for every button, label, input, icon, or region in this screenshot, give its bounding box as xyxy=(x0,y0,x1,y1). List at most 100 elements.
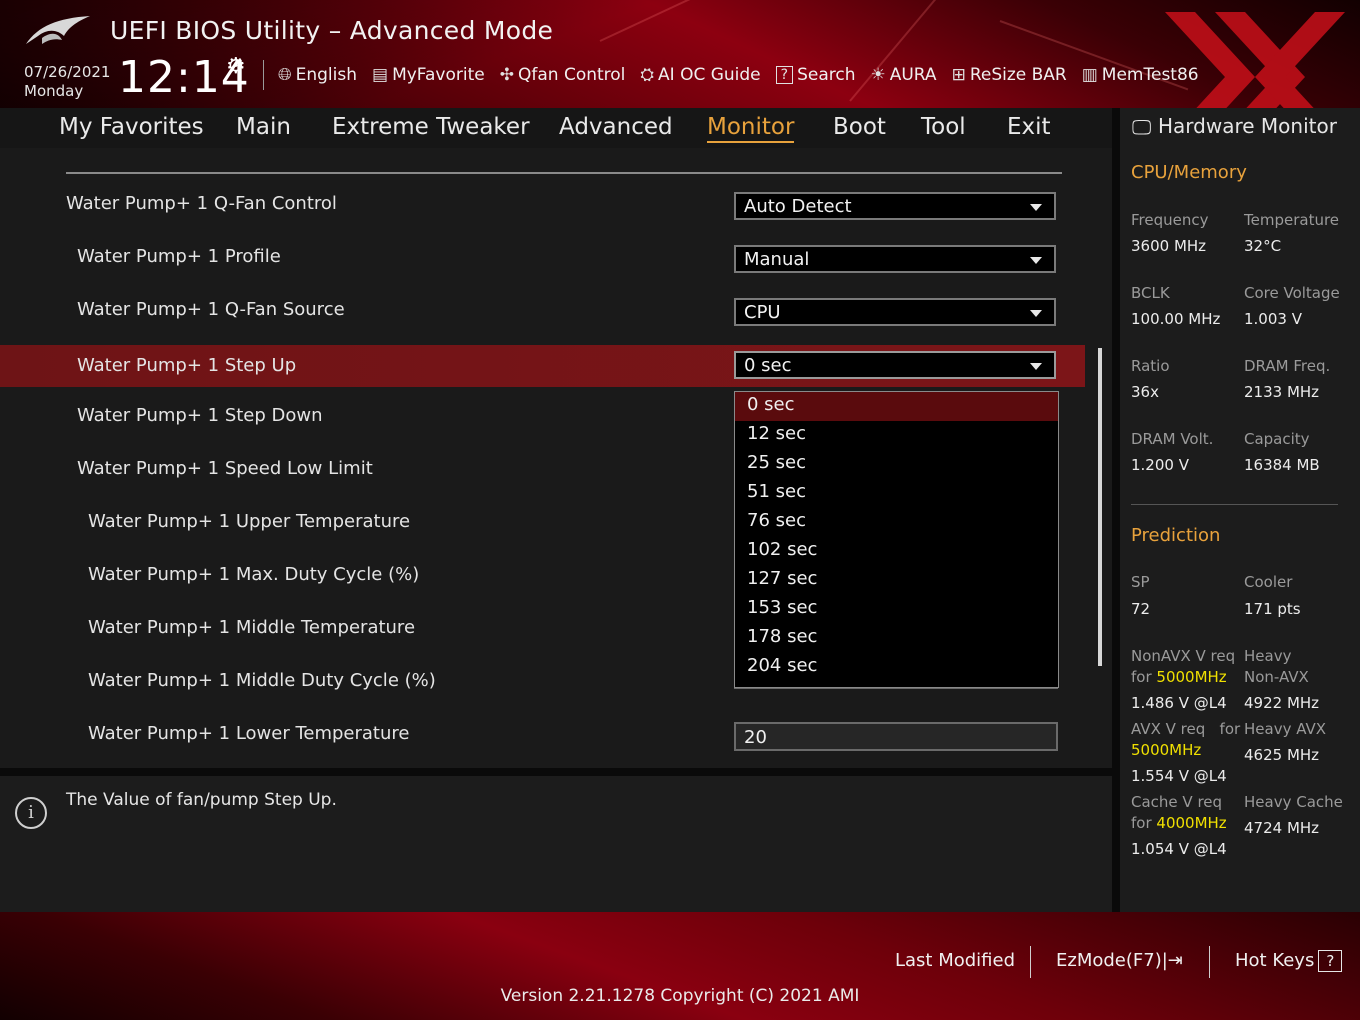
heavy-nonavx-label-2: Non-AVX xyxy=(1244,668,1309,686)
hw-divider xyxy=(1131,504,1338,505)
select-value: 0 sec xyxy=(744,355,792,376)
tab-monitor[interactable]: Monitor xyxy=(707,114,795,143)
setting-label: Water Pump+ 1 Middle Duty Cycle (%) xyxy=(88,670,436,691)
dropdown-option[interactable]: 204 sec xyxy=(735,653,1058,682)
ezmode-button[interactable]: EzMode(F7)|⇥ xyxy=(1056,950,1183,971)
section-divider xyxy=(66,172,1062,174)
cpu-memory-heading: CPU/Memory xyxy=(1131,162,1247,183)
ai-icon: ⛭ xyxy=(640,65,655,85)
dropdown-option[interactable]: 0 sec xyxy=(735,392,1058,421)
setting-row-step-up[interactable]: Water Pump+ 1 Step Up 0 sec xyxy=(0,345,1085,387)
qfan-control-select[interactable]: Auto Detect xyxy=(734,192,1056,220)
last-modified-button[interactable]: Last Modified xyxy=(895,950,1015,971)
setting-label: Water Pump+ 1 Upper Temperature xyxy=(88,511,411,532)
select-value: Auto Detect xyxy=(744,196,852,217)
dropdown-option[interactable]: 178 sec xyxy=(735,624,1058,653)
search-button[interactable]: ? Search xyxy=(775,65,855,85)
version-text: Version 2.21.1278 Copyright (C) 2021 AMI xyxy=(500,986,860,1006)
dropdown-option[interactable]: 76 sec xyxy=(735,508,1058,537)
cooler-value: 171 pts xyxy=(1244,600,1301,618)
setting-row-qfan-source[interactable]: Water Pump+ 1 Q-Fan Source CPU xyxy=(0,289,1085,331)
header-divider xyxy=(263,60,264,90)
setting-label: Water Pump+ 1 Middle Temperature xyxy=(88,617,416,638)
cache-freq: 4000MHz xyxy=(1156,814,1227,832)
heavy-cache-label: Heavy Cache xyxy=(1244,793,1343,811)
search-icon: ? xyxy=(775,66,794,84)
footer-divider xyxy=(1209,946,1210,978)
tab-boot[interactable]: Boot xyxy=(833,114,886,140)
footer-divider xyxy=(1030,946,1031,978)
bclk-value: 100.00 MHz xyxy=(1131,310,1221,328)
cache-for-line: for 4000MHz xyxy=(1131,814,1227,832)
favorite-icon: ▤ xyxy=(372,65,389,85)
avx-label: AVX V req for xyxy=(1131,720,1241,738)
nonavx-voltage: 1.486 V @L4 xyxy=(1131,694,1227,712)
setting-label: Water Pump+ 1 Max. Duty Cycle (%) xyxy=(88,564,420,585)
resize-bar-button[interactable]: ⊞ ReSize BAR xyxy=(952,65,1067,85)
heavy-avx-value: 4625 MHz xyxy=(1244,746,1320,764)
nonavx-label: NonAVX V req xyxy=(1131,647,1236,665)
chevron-down-icon xyxy=(1030,363,1042,370)
tab-my-favorites[interactable]: My Favorites xyxy=(59,114,204,140)
date-value: 07/26/2021 xyxy=(24,63,111,81)
chevron-down-icon xyxy=(1030,204,1042,211)
aura-icon: ☀ xyxy=(870,65,886,85)
heavy-nonavx-label-1: Heavy xyxy=(1244,647,1292,665)
cooler-label: Cooler xyxy=(1244,573,1293,591)
aura-button[interactable]: ☀ AURA xyxy=(870,65,936,85)
dropdown-option[interactable]: 25 sec xyxy=(735,450,1058,479)
hardware-monitor-panel: 🖵︎ Hardware Monitor CPU/Memory Frequency… xyxy=(1120,108,1360,912)
monitor-icon: 🖵︎ xyxy=(1132,115,1152,139)
bclk-label: BCLK xyxy=(1131,284,1170,302)
select-value: Manual xyxy=(744,249,810,270)
temperature-label: Temperature xyxy=(1244,211,1340,229)
dropdown-option[interactable]: 12 sec xyxy=(735,421,1058,450)
myfavorite-button[interactable]: ▤ MyFavorite xyxy=(372,65,485,85)
lower-temperature-input[interactable]: 20 xyxy=(734,722,1058,751)
dropdown-option[interactable]: 51 sec xyxy=(735,479,1058,508)
ai-oc-guide-button[interactable]: ⛭ AI OC Guide xyxy=(640,65,760,85)
setting-row-qfan-control[interactable]: Water Pump+ 1 Q-Fan Control Auto Detect xyxy=(0,183,1085,225)
app-title: UEFI BIOS Utility – Advanced Mode xyxy=(110,16,554,45)
core-voltage-label: Core Voltage xyxy=(1244,284,1340,302)
language-button[interactable]: 🌐︎ English xyxy=(278,65,357,85)
qfan-source-select[interactable]: CPU xyxy=(734,298,1056,326)
tab-advanced[interactable]: Advanced xyxy=(559,114,673,140)
tab-extreme-tweaker[interactable]: Extreme Tweaker xyxy=(332,114,530,140)
profile-select[interactable]: Manual xyxy=(734,245,1056,273)
rog-logo-icon xyxy=(26,16,90,44)
cache-label: Cache V req xyxy=(1131,793,1223,811)
setting-row-lower-temperature[interactable]: Water Pump+ 1 Lower Temperature 20 xyxy=(0,713,1085,755)
clock-settings-gear-icon[interactable]: ⚙ xyxy=(226,54,246,79)
setting-label: Water Pump+ 1 Step Up xyxy=(77,355,297,376)
main-menu-bar: My Favorites Main Extreme Tweaker Advanc… xyxy=(0,108,1112,148)
frequency-label: Frequency xyxy=(1131,211,1209,229)
setting-row-profile[interactable]: Water Pump+ 1 Profile Manual xyxy=(0,236,1085,278)
heavy-nonavx-value: 4922 MHz xyxy=(1244,694,1320,712)
brand-watermark-icon xyxy=(1165,12,1345,108)
sp-label: SP xyxy=(1131,573,1150,591)
dropdown-option[interactable]: 127 sec xyxy=(735,566,1058,595)
dropdown-option[interactable]: 102 sec xyxy=(735,537,1058,566)
tab-tool[interactable]: Tool xyxy=(921,114,966,140)
avx-freq: 5000MHz xyxy=(1131,741,1202,759)
setting-label: Water Pump+ 1 Q-Fan Control xyxy=(66,193,337,214)
qfan-control-button[interactable]: ✣ Qfan Control xyxy=(500,65,626,85)
fan-icon: ✣ xyxy=(499,65,514,85)
tab-main[interactable]: Main xyxy=(236,114,291,140)
setting-label: Water Pump+ 1 Q-Fan Source xyxy=(77,299,345,320)
input-value: 20 xyxy=(744,727,767,748)
step-up-select[interactable]: 0 sec xyxy=(734,351,1056,379)
cache-voltage: 1.054 V @L4 xyxy=(1131,840,1227,858)
dropdown-option[interactable]: 153 sec xyxy=(735,595,1058,624)
info-icon: i xyxy=(15,797,47,829)
hot-keys-button[interactable]: Hot Keys? xyxy=(1235,950,1343,972)
resize-bar-icon: ⊞ xyxy=(951,65,966,85)
help-question-icon: ? xyxy=(1318,950,1343,972)
tab-exit[interactable]: Exit xyxy=(1007,114,1051,140)
ratio-value: 36x xyxy=(1131,383,1159,401)
header-bar: UEFI BIOS Utility – Advanced Mode 07/26/… xyxy=(0,0,1360,108)
settings-scrollbar[interactable] xyxy=(1098,348,1102,666)
nonavx-freq: 5000MHz xyxy=(1156,668,1227,686)
select-value: CPU xyxy=(744,302,781,323)
